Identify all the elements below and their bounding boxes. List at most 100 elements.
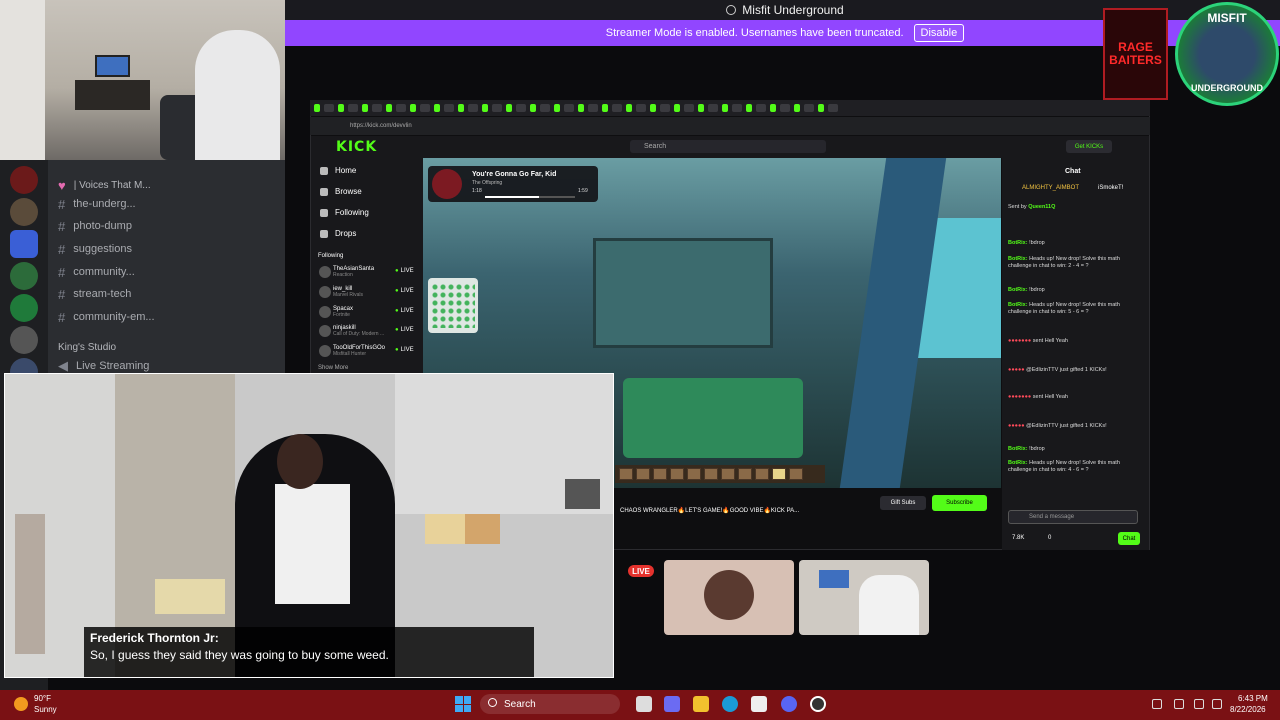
browser-tab[interactable] [746,104,752,112]
browser-tab[interactable] [458,104,464,112]
browser-tab[interactable] [674,104,680,112]
chevron-up-icon[interactable] [1130,699,1140,709]
kick-search-input[interactable]: Search [630,140,826,153]
following-item[interactable]: ninjaskill Call of Duty: Modern ... [333,325,384,337]
browser-tab[interactable] [362,104,368,112]
following-item[interactable]: TheAsianSanta Reaction [333,266,374,278]
browser-tab[interactable] [434,104,440,112]
channel-community[interactable]: # community... [58,262,135,282]
browser-tab[interactable] [506,104,512,112]
display-icon[interactable] [1194,699,1204,709]
browser-tab[interactable] [650,104,656,112]
browser-tab[interactable] [386,104,392,112]
disable-button[interactable]: Disable [913,24,965,42]
browser-tab[interactable] [660,104,670,112]
category-kings-studio[interactable]: King's Studio [58,337,116,357]
taskbar-search[interactable]: Search [480,694,620,714]
gift-subs-button[interactable]: Gift Subs [880,496,926,510]
live-badge: LIVE [395,327,414,333]
sun-icon[interactable] [14,697,28,711]
browser-tab[interactable] [794,104,800,112]
network-icon[interactable] [1152,699,1162,709]
browser-tab[interactable] [578,104,584,112]
kick-logo[interactable]: KICK [336,139,377,155]
browser-tab[interactable] [516,104,526,112]
server-icon[interactable] [10,294,38,322]
nav-following[interactable]: Following [335,208,369,217]
clock-time[interactable]: 6:43 PM [1238,694,1268,703]
edge-icon[interactable] [722,696,738,712]
following-item[interactable]: iew_kill Marvel Rivals [333,286,363,298]
browser-tab[interactable] [372,104,382,112]
show-more-link[interactable]: Show More [318,365,348,371]
browser-tab[interactable] [348,104,358,112]
live-badge: LIVE [395,347,414,353]
obs-icon[interactable] [810,696,826,712]
browser-tab[interactable] [396,104,406,112]
get-kicks-button[interactable]: Get KICKs [1066,140,1112,153]
mic-icon[interactable] [1174,699,1184,709]
browser-tab[interactable] [818,104,824,112]
browser-tab[interactable] [828,104,838,112]
browser-tab[interactable] [780,104,790,112]
channel-stream-tech[interactable]: # stream-tech [58,284,131,304]
browser-tab[interactable] [482,104,488,112]
channel-photo-dump[interactable]: # photo-dump [58,216,132,236]
server-icon[interactable] [10,166,38,194]
browser-tab[interactable] [492,104,502,112]
browser-tab-strip[interactable] [310,100,1150,116]
browser-tab[interactable] [698,104,704,112]
server-icon[interactable] [10,262,38,290]
channel-the-underground[interactable]: # the-underg... [58,194,136,214]
nav-drops[interactable]: Drops [335,229,356,238]
browser-tab[interactable] [338,104,344,112]
nav-home[interactable]: Home [335,166,356,175]
weather-desc[interactable]: Sunny [34,705,57,714]
browser-tab[interactable] [324,104,334,112]
browser-tab[interactable] [564,104,574,112]
chat-send-button[interactable]: Chat [1118,532,1140,545]
channel-suggestions[interactable]: # suggestions [58,239,132,259]
channel-voices[interactable]: ♥ | Voices That M... [58,175,151,195]
browser-tab[interactable] [540,104,550,112]
windows-start-icon[interactable] [455,696,471,712]
browser-tab[interactable] [468,104,478,112]
channel-community-em[interactable]: # community-em... [58,307,155,327]
following-item[interactable]: Spacax Fortnite [333,306,353,318]
server-icon[interactable] [10,326,38,354]
browser-tab[interactable] [588,104,598,112]
nav-browse[interactable]: Browse [335,187,362,196]
address-bar[interactable]: https://kick.com/devvlin [310,117,1150,135]
browser-tab[interactable] [636,104,646,112]
calculator-icon[interactable] [751,696,767,712]
browser-tab[interactable] [314,104,320,112]
server-icon[interactable] [10,198,38,226]
browser-tab[interactable] [410,104,416,112]
task-view-icon[interactable] [636,696,652,712]
following-item[interactable]: TooOldForThisGOo Misfitall Hunter [333,345,385,357]
browser-tab[interactable] [770,104,776,112]
browser-tab[interactable] [708,104,718,112]
weather-temp[interactable]: 90°F [34,694,51,703]
browser-tab[interactable] [756,104,766,112]
subscribe-button[interactable]: Subscribe [932,495,987,511]
clock-date[interactable]: 8/22/2026 [1230,705,1266,714]
chat-message: BotRix: Heads up! New drop! Solve this m… [1008,460,1120,473]
browser-tab[interactable] [732,104,742,112]
file-explorer-icon[interactable] [693,696,709,712]
discord-icon[interactable] [781,696,797,712]
browser-tab[interactable] [530,104,536,112]
chat-input[interactable]: Send a message [1008,510,1138,524]
browser-tab[interactable] [444,104,454,112]
browser-tab[interactable] [684,104,694,112]
browser-tab[interactable] [602,104,608,112]
volume-icon[interactable] [1212,699,1222,709]
browser-tab[interactable] [554,104,560,112]
server-icon[interactable] [10,230,38,258]
browser-tab[interactable] [420,104,430,112]
browser-tab[interactable] [626,104,632,112]
copilot-icon[interactable] [664,696,680,712]
browser-tab[interactable] [722,104,728,112]
browser-tab[interactable] [612,104,622,112]
browser-tab[interactable] [804,104,814,112]
